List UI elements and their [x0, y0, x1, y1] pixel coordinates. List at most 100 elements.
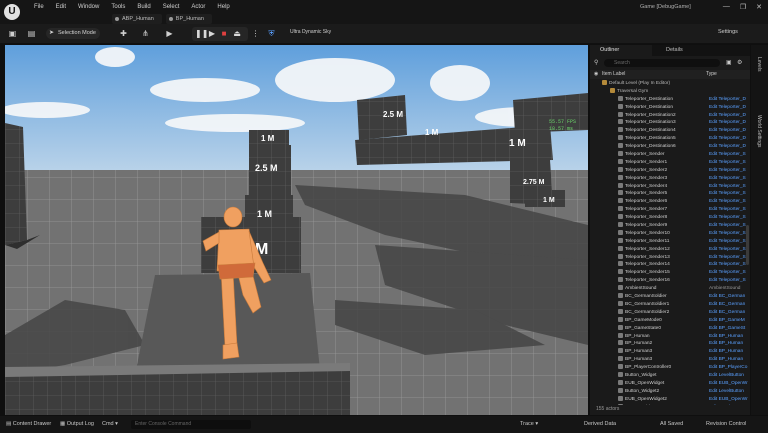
trace-button[interactable]: Trace ▾: [520, 420, 538, 429]
outliner-item-type[interactable]: Edit Teleporter_S: [709, 261, 746, 269]
outliner-item-type[interactable]: Edit Teleporter_S: [709, 190, 746, 198]
ultra-dynamic-sky-button[interactable]: Ultra Dynamic Sky: [290, 29, 331, 35]
outliner-item-type[interactable]: Edit BP_Human: [709, 348, 743, 356]
outliner-row[interactable]: Teleporter_Sender3 Edit Teleporter_S: [590, 174, 750, 183]
outliner-row[interactable]: Teleporter_Sender13 Edit Teleporter_S: [590, 253, 750, 262]
outliner-row[interactable]: Teleporter_Destination2 Edit Teleporter_D: [590, 111, 750, 120]
outliner-item-type[interactable]: Edit Teleporter_D: [709, 96, 746, 104]
outliner-item-type[interactable]: Edit Teleporter_S: [709, 167, 746, 175]
outliner-row[interactable]: EUB_OpenWidget Edit EUB_OpenW: [590, 379, 750, 388]
viewport-scene[interactable]: 1 M 2.5 M 1 M M 2.5 M 1 M 1 M 2.75 M 1 M: [5, 45, 588, 415]
outliner-item-type[interactable]: Edit Teleporter_D: [709, 127, 746, 135]
outliner-scrollbar[interactable]: [746, 225, 749, 265]
outliner-row[interactable]: Teleporter_Destination5 Edit Teleporter_D: [590, 135, 750, 143]
outliner-item-type[interactable]: Edit Teleporter_S: [709, 214, 746, 222]
outliner-row[interactable]: Teleporter_Destination6 Edit Teleporter_D: [590, 143, 750, 151]
menu-help[interactable]: Help: [211, 4, 235, 10]
outliner-item-type[interactable]: Edit Teleporter_S: [709, 277, 746, 285]
outliner-row[interactable]: EUB_OpenWidget2 Edit EUB_OpenW: [590, 395, 750, 404]
filter-icon[interactable]: ⚲: [594, 59, 598, 66]
outliner-row[interactable]: Teleporter_Destination4 Edit Teleporter_D: [590, 127, 750, 135]
outliner-row[interactable]: Teleporter_Sender2 Edit Teleporter_S: [590, 166, 750, 175]
cmd-dropdown[interactable]: Cmd ▾: [102, 420, 118, 429]
settings-button[interactable]: Settings: [718, 29, 738, 35]
outliner-row[interactable]: BC_GermanSoldier1 Edit BC_German: [590, 300, 750, 309]
col-type[interactable]: Type: [706, 70, 717, 79]
outliner-row[interactable]: Teleporter_Sender11 Edit Teleporter_S: [590, 237, 750, 246]
all-saved-button[interactable]: All Saved: [660, 420, 683, 429]
outliner-row[interactable]: Teleporter_Sender5 Edit Teleporter_S: [590, 190, 750, 198]
content-browser-icon[interactable]: ▤: [26, 28, 37, 39]
blueprints-icon[interactable]: ⋔: [140, 28, 151, 39]
outliner-row[interactable]: Teleporter_Sender6 Edit Teleporter_S: [590, 198, 750, 206]
add-actor-icon[interactable]: ✚: [118, 28, 129, 39]
outliner-row[interactable]: Button_Widget3 Edit LevelButton: [590, 403, 750, 406]
menu-actor[interactable]: Actor: [185, 4, 211, 10]
outliner-row[interactable]: Teleporter_Destination Edit Teleporter_D: [590, 103, 750, 112]
menu-file[interactable]: File: [28, 4, 50, 10]
outliner-item-type[interactable]: Edit LevelButton: [709, 372, 744, 380]
outliner-item-type[interactable]: Edit BC_German: [709, 293, 745, 301]
outliner-row[interactable]: BP_Human2 Edit BP_Human: [590, 340, 750, 348]
revision-control-button[interactable]: Revision Control: [706, 420, 746, 429]
platforms-icon[interactable]: ⛨: [266, 28, 277, 39]
outliner-item-type[interactable]: Edit Teleporter_S: [709, 254, 746, 262]
output-log-button[interactable]: ▦ Output Log: [60, 420, 94, 429]
outliner-row[interactable]: Teleporter_Sender14 Edit Teleporter_S: [590, 261, 750, 269]
outliner-item-type[interactable]: Edit LevelButton: [709, 404, 744, 406]
outliner-row[interactable]: Teleporter_Sender1 Edit Teleporter_S: [590, 158, 750, 167]
outliner-item-type[interactable]: Edit BC_German: [709, 301, 745, 309]
outliner-item-type[interactable]: Edit BP_GameSt: [709, 325, 745, 333]
save-icon[interactable]: ▣: [7, 28, 18, 39]
outliner-row[interactable]: BC_GermanSoldier2 Edit BC_German: [590, 308, 750, 317]
outliner-row[interactable]: Teleporter_Sender12 Edit Teleporter_S: [590, 245, 750, 254]
outliner-row[interactable]: Button_Widget Edit LevelButton: [590, 371, 750, 380]
console-command-input[interactable]: Enter Console Command: [131, 420, 251, 429]
maximize-icon[interactable]: ❐: [740, 3, 746, 11]
outliner-item-type[interactable]: Edit Teleporter_S: [709, 183, 746, 191]
outliner-item-type[interactable]: Edit Teleporter_S: [709, 246, 746, 254]
outliner-row[interactable]: Teleporter_Sender16 Edit Teleporter_S: [590, 277, 750, 285]
outliner-item-type[interactable]: Edit Teleporter_S: [709, 206, 746, 214]
world-settings-tab[interactable]: World Settings: [756, 115, 762, 147]
outliner-item-type[interactable]: Edit Teleporter_S: [709, 238, 746, 246]
outliner-row[interactable]: Teleporter_Sender7 Edit Teleporter_S: [590, 206, 750, 214]
outliner-row[interactable]: Button_Widget2 Edit LevelButton: [590, 387, 750, 396]
outliner-item-type[interactable]: Edit BP_Human: [709, 333, 743, 341]
outliner-item-type[interactable]: Edit Teleporter_S: [709, 198, 746, 206]
outliner-row[interactable]: BP_GameState0 Edit BP_GameSt: [590, 324, 750, 333]
outliner-item-type[interactable]: Edit Teleporter_D: [709, 119, 746, 127]
outliner-item-type[interactable]: Edit Teleporter_S: [709, 159, 746, 167]
unreal-logo-icon[interactable]: U: [4, 4, 20, 20]
close-icon[interactable]: ✕: [756, 3, 762, 11]
outliner-row[interactable]: BP_Human3 Edit BP_Human: [590, 348, 750, 356]
outliner-item-type[interactable]: Edit BP_PlayerCo: [709, 364, 747, 372]
minimize-icon[interactable]: —: [723, 3, 730, 11]
outliner-row[interactable]: BP_GameMode0 Edit BP_GameM: [590, 316, 750, 325]
outliner-row[interactable]: Traversal Gym: [590, 87, 750, 96]
outliner-item-type[interactable]: Edit Teleporter_D: [709, 112, 746, 120]
outliner-row[interactable]: Teleporter_Sender8 Edit Teleporter_S: [590, 214, 750, 222]
gear-icon[interactable]: ⚙: [737, 59, 742, 66]
menu-build[interactable]: Build: [131, 4, 156, 10]
tab-bp-human[interactable]: BP_Human: [165, 14, 212, 24]
outliner-row[interactable]: Teleporter_Destination3 Edit Teleporter_D: [590, 119, 750, 127]
outliner-item-type[interactable]: Edit Teleporter_S: [709, 222, 746, 230]
skip-frame-icon[interactable]: ▶: [207, 29, 217, 39]
outliner-row[interactable]: BP_PlayerController0 Edit BP_PlayerCo: [590, 364, 750, 372]
tab-details[interactable]: Details: [656, 45, 706, 56]
pause-icon[interactable]: ❚❚: [195, 29, 208, 39]
outliner-item-type[interactable]: Edit Teleporter_D: [709, 135, 746, 143]
outliner-row[interactable]: Default Level (Play In Editor): [590, 80, 750, 88]
menu-window[interactable]: Window: [72, 4, 105, 10]
outliner-row[interactable]: Teleporter_Sender4 Edit Teleporter_S: [590, 182, 750, 191]
outliner-row[interactable]: AmbientSound AmbientSound: [590, 285, 750, 293]
outliner-item-type[interactable]: Edit Teleporter_D: [709, 104, 746, 112]
outliner-search-input[interactable]: Search: [604, 59, 720, 67]
cinematics-icon[interactable]: ▶: [164, 28, 175, 39]
outliner-item-type[interactable]: Edit LevelButton: [709, 388, 744, 396]
outliner-row[interactable]: BP_Human Edit BP_Human: [590, 332, 750, 341]
outliner-item-type[interactable]: Edit BP_Human: [709, 340, 743, 348]
play-options-icon[interactable]: ⋮: [250, 28, 261, 39]
level-viewport[interactable]: 1 M 2.5 M 1 M M 2.5 M 1 M 1 M 2.75 M 1 M…: [5, 45, 588, 415]
